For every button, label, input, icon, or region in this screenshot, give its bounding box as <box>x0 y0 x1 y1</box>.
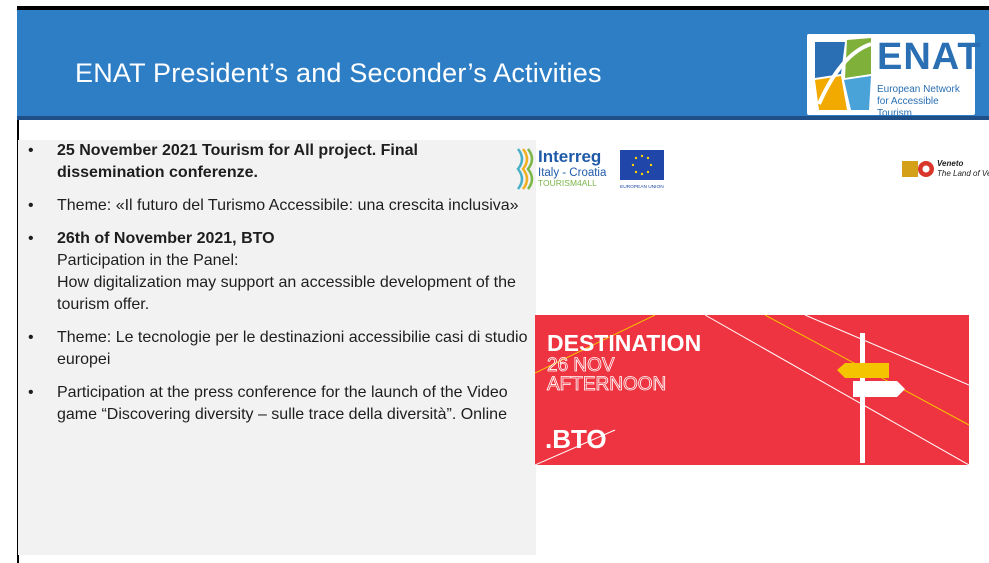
slide: ENAT President’s and Seconder’s Activiti… <box>0 0 989 563</box>
banner-destination: DESTINATION <box>547 330 701 356</box>
bullet-list: • 25 November 2021 Tourism for All projec… <box>28 140 528 437</box>
veneto-logo: Veneto The Land of Venice <box>902 159 989 178</box>
slide-title: ENAT President’s and Seconder’s Activiti… <box>75 58 602 88</box>
bullet-text: Participation in the Panel: <box>57 252 239 269</box>
bullet-item: • 25 November 2021 Tourism for All projec… <box>28 140 528 184</box>
veneto-tagline: The Land of Venice <box>937 169 989 178</box>
interreg-waves-icon <box>516 148 534 190</box>
slide-header: ENAT President’s and Seconder’s Activiti… <box>17 6 989 120</box>
bullet-text: Participation at the press conference fo… <box>57 384 508 423</box>
bullet-text: Theme: «Il futuro del Turismo Accessibil… <box>57 197 519 214</box>
bto-banner-graphic: DESTINATION 26 NOV AFTERNOON .BTO <box>535 315 969 465</box>
bullet-marker: • <box>28 230 34 247</box>
bullet-marker: • <box>28 142 34 159</box>
bullet-text: Theme: Le tecnologie per le destinazioni… <box>57 329 528 368</box>
interreg-brand: Interreg <box>538 147 601 166</box>
bullet-item: • Theme: Le tecnologie per le destinazion… <box>28 327 528 371</box>
bto-destination-banner: DESTINATION 26 NOV AFTERNOON .BTO <box>535 315 969 465</box>
bullet-item: • Theme: «Il futuro del Turismo Accessibi… <box>28 195 528 217</box>
veneto-lion-icon <box>902 161 918 177</box>
bto-brand: .BTO <box>545 424 607 454</box>
enat-logo: ENAT European Network for Accessible Tou… <box>807 34 981 119</box>
eu-flag-icon <box>620 150 664 180</box>
interreg-logo: Interreg Italy - Croatia TOURISM4ALL EUR… <box>516 147 664 190</box>
header-top-border <box>17 6 989 10</box>
veneto-star-icon <box>918 161 934 177</box>
eu-label: EUROPEAN UNION <box>620 184 664 190</box>
bullet-marker: • <box>28 197 34 214</box>
enat-subtitle: European Network for Accessible Tourism <box>877 84 960 119</box>
signpost-icon <box>837 333 905 463</box>
bullet-heading: 26th of November 2021, BTO <box>57 230 275 247</box>
banner-date: 26 NOV <box>547 355 615 376</box>
bullet-marker: • <box>28 329 34 346</box>
content-panel: • 25 November 2021 Tourism for All projec… <box>18 140 536 555</box>
bullet-heading: 25 November 2021 Tourism for All project… <box>57 142 418 181</box>
bullet-item: • 26th of November 2021, BTO Participation… <box>28 228 528 316</box>
banner-afternoon: AFTERNOON <box>547 374 666 395</box>
bullet-marker: • <box>28 384 34 401</box>
interreg-project: TOURISM4ALL <box>538 178 597 188</box>
bullet-item: • Participation at the press conference f… <box>28 382 528 426</box>
bullet-text: How digitalization may support an access… <box>57 274 516 313</box>
veneto-name: Veneto <box>937 159 963 168</box>
enat-logo-mark-icon <box>815 38 872 110</box>
enat-wordmark: ENAT <box>877 36 982 78</box>
